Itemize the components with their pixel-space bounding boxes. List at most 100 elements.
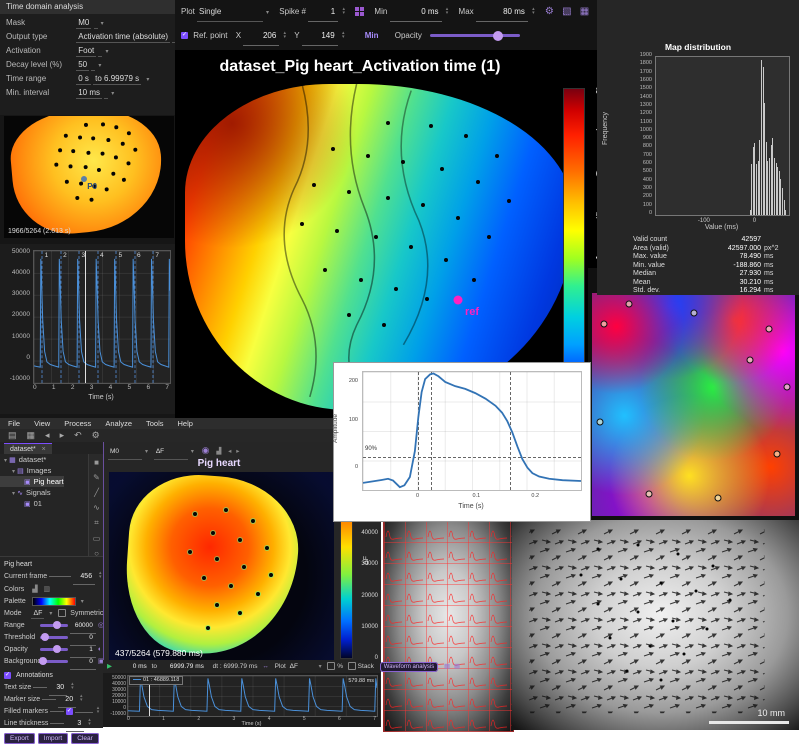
next-icon[interactable]: ▸	[236, 448, 239, 455]
waveform-analysis-button[interactable]: Waveform analysis	[379, 662, 439, 672]
edit-icon[interactable]: ▧	[562, 6, 571, 17]
reference-signal-plot[interactable]: ΔF 50000400003000020000100000-10000 1 2 …	[0, 244, 175, 414]
stepper-icon[interactable]: ▴ ▾	[284, 31, 287, 40]
action-button[interactable]: Import	[37, 733, 69, 744]
menu-item[interactable]: File	[8, 418, 20, 429]
prev-icon[interactable]: ◂	[228, 448, 231, 455]
plot-area[interactable]: 1 2 3 4 5 6 7	[33, 250, 171, 384]
tree-caret-icon[interactable]: ▾	[12, 491, 15, 497]
opacity-slider[interactable]	[430, 30, 521, 41]
field-value[interactable]: 50	[76, 60, 90, 71]
levels-icon[interactable]: ▥	[44, 586, 51, 593]
tool-icon[interactable]: ✎	[93, 473, 100, 482]
toolbar-icon[interactable]: ▦	[27, 429, 36, 442]
field-value-2[interactable]	[104, 88, 109, 99]
action-button[interactable]: Clear	[71, 733, 99, 744]
setting-checkbox[interactable]: ✓	[65, 707, 73, 715]
slider[interactable]	[39, 645, 68, 654]
action-button[interactable]: Export	[4, 733, 35, 744]
play-button[interactable]: ▶	[107, 663, 112, 670]
menu-item[interactable]: Tools	[146, 418, 164, 429]
ref-point-marker[interactable]	[453, 295, 463, 305]
tool-icon[interactable]: ∿	[93, 503, 100, 512]
tree-caret-icon[interactable]: ▾	[4, 458, 7, 464]
save-icon[interactable]: ▦	[444, 663, 450, 670]
tree-item[interactable]: ▣ Pig heart	[0, 476, 64, 487]
field-value-2[interactable]	[91, 60, 96, 71]
slider-option-icon[interactable]: ◐	[98, 646, 102, 653]
x-input[interactable]: 206	[243, 28, 280, 46]
toolbar-icon[interactable]: ▸	[60, 429, 65, 442]
stepper-icon[interactable]: ▴ ▾	[342, 31, 345, 40]
export-icon[interactable]: ▦	[454, 663, 460, 670]
histogram-plot[interactable]: -100 0	[655, 56, 790, 224]
min-mode-label[interactable]: Min	[365, 31, 379, 40]
tool-icon[interactable]: ▭	[93, 534, 101, 543]
toolbar-icon[interactable]: ⚙	[92, 429, 100, 442]
spike-input[interactable]: 1	[308, 4, 339, 22]
percent-checkbox[interactable]	[327, 662, 336, 671]
histogram-icon[interactable]: ▟	[32, 586, 37, 593]
stepper-icon[interactable]: ▴ ▾	[88, 718, 91, 727]
symmetric-checkbox[interactable]	[58, 609, 67, 618]
plot-select[interactable]: Single	[197, 4, 264, 22]
field-value[interactable]: M0	[76, 18, 92, 29]
tree-item[interactable]: ▾ ∿ Signals	[0, 487, 88, 498]
phase-map-image[interactable]	[592, 293, 795, 516]
save-icon[interactable]: ▦	[580, 6, 589, 17]
max-input[interactable]: 80 ms	[475, 4, 528, 22]
waveform-grid-image[interactable]	[383, 520, 514, 732]
min-input[interactable]: 0 ms	[389, 4, 442, 22]
tool-icon[interactable]: ⌗	[94, 518, 99, 528]
field-value[interactable]: 0 s	[76, 74, 91, 85]
close-icon[interactable]: ×	[42, 446, 46, 453]
toolbar-icon[interactable]: ▤	[8, 429, 17, 442]
stepper-icon[interactable]: ▴ ▾	[97, 706, 100, 715]
field-value-2[interactable]	[98, 46, 103, 57]
stepper-icon[interactable]: ▴ ▾	[99, 571, 102, 580]
stepper-icon[interactable]: ▴ ▾	[342, 7, 345, 16]
slider[interactable]	[39, 633, 68, 642]
menu-item[interactable]: Process	[64, 418, 91, 429]
toolbar-icon[interactable]: ◂	[45, 429, 50, 442]
grid-view-icon[interactable]	[355, 7, 365, 17]
target-icon[interactable]: ◉	[202, 445, 210, 455]
ref-point-checkbox[interactable]: ✓	[181, 32, 188, 40]
range-icon[interactable]: ↔	[262, 663, 269, 670]
y-input[interactable]: 149	[301, 28, 338, 46]
stepper-icon[interactable]: ▴ ▾	[532, 7, 535, 16]
time-cursor[interactable]	[84, 251, 86, 383]
p0-marker[interactable]	[80, 176, 87, 183]
tree-item[interactable]: ▾ ▦ dataset*	[0, 454, 88, 465]
tool-icon[interactable]: ╱	[94, 488, 99, 497]
bmap-image[interactable]: 437/5264 (579.880 ms)	[109, 472, 334, 662]
toolbar-icon[interactable]: ↶	[74, 429, 82, 442]
field-value[interactable]: Foot	[76, 46, 97, 57]
field-value-2[interactable]: to 6.99979 s	[93, 74, 142, 85]
menu-item[interactable]: View	[34, 418, 50, 429]
slider[interactable]	[39, 657, 68, 666]
tree-item[interactable]: ▣ 01	[0, 498, 88, 509]
field-value[interactable]: 10 ms	[76, 88, 103, 99]
amplitude-plot[interactable]: 90% 0 0.1 0.2	[362, 371, 582, 499]
setting-value[interactable]	[74, 711, 93, 713]
slider[interactable]	[39, 621, 68, 630]
stepper-icon[interactable]: ▴ ▾	[446, 7, 449, 16]
stepper-icon[interactable]: ▴ ▾	[71, 682, 74, 691]
field-value[interactable]: Activation time (absolute)	[76, 32, 171, 43]
annotations-checkbox[interactable]: ✓	[4, 671, 11, 679]
slider-value[interactable]: 0	[69, 656, 96, 670]
activation-thumbnail[interactable]: P0 1966/5264 (2.613 s)	[4, 116, 174, 238]
vector-field-image[interactable]: 10 mm	[512, 520, 799, 730]
tool-icon[interactable]: ■	[94, 458, 99, 467]
stepper-icon[interactable]: ▴ ▾	[80, 694, 83, 703]
histogram-icon[interactable]: ▟	[216, 448, 221, 455]
frame-input[interactable]: 456	[73, 571, 96, 585]
mode-select[interactable]: ΔF	[31, 610, 45, 619]
stack-checkbox[interactable]	[347, 662, 356, 671]
gear-icon[interactable]: ⚙	[545, 6, 554, 17]
tree-caret-icon[interactable]: ▾	[12, 469, 15, 475]
menu-item[interactable]: Analyze	[105, 418, 132, 429]
palette-swatch[interactable]	[31, 596, 76, 606]
field-value-2[interactable]	[93, 18, 98, 29]
